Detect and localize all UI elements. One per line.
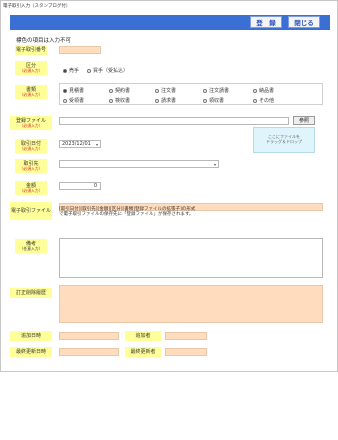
register-button[interactable]: 登 録	[250, 16, 282, 28]
added-by-label: 追加者	[125, 331, 161, 341]
added-date-label: 追加日時	[10, 331, 52, 341]
remarks-textarea[interactable]	[59, 238, 323, 278]
category-radio-seller[interactable]: 売手	[63, 67, 79, 74]
radio-icon	[155, 98, 159, 103]
doc-type-radio-delivery[interactable]: 納品書	[253, 87, 274, 94]
updated-date-field	[59, 348, 119, 356]
radio-icon	[87, 68, 91, 73]
doc-type-radio-order[interactable]: 注文書	[155, 87, 176, 94]
browse-button[interactable]: 参照	[293, 116, 315, 125]
trade-date-field[interactable]: 2023/12/01 ▾	[59, 140, 101, 148]
dropdown-arrow-icon: ▾	[213, 162, 216, 167]
added-by-field	[165, 332, 207, 340]
radio-icon	[253, 88, 257, 93]
radio-icon	[109, 88, 113, 93]
e-file-label: 電子取引ファイル	[10, 202, 52, 220]
added-date-field	[59, 332, 119, 340]
radio-icon	[155, 88, 159, 93]
updated-by-label: 最終更新者	[125, 347, 161, 357]
doc-type-radio-inspection[interactable]: 検収書	[109, 97, 130, 104]
dropdown-arrow-icon: ▾	[95, 142, 98, 147]
counterparty-select[interactable]: ▾	[59, 160, 219, 168]
file-drop-zone[interactable]: ここにファイルを ドラッグ＆ドロップ	[253, 127, 315, 153]
history-label: 訂正削除履歴	[10, 288, 52, 298]
doc-type-radio-order-ack[interactable]: 注文請書	[203, 87, 229, 94]
history-area	[59, 285, 323, 323]
radio-selected-icon	[63, 88, 67, 93]
doc-type-group	[59, 83, 323, 105]
readonly-note: 標色の項目は入力不可	[16, 38, 72, 44]
counterparty-label: 取引先 （必須入力）	[15, 159, 47, 173]
entry-no-field	[59, 46, 101, 54]
toolbar: 登 録 閉じる	[10, 15, 330, 30]
radio-icon	[253, 98, 257, 103]
doc-type-label: 書類 （必須入力）	[15, 85, 47, 99]
doc-type-radio-receipt-note[interactable]: 受領書	[63, 97, 84, 104]
amount-field[interactable]: 0	[59, 182, 101, 190]
radio-icon	[109, 98, 113, 103]
category-radio-buyer[interactable]: 買手（受払込）	[87, 67, 128, 74]
window-title: 電子取引入力（スタンプログ付）	[3, 4, 71, 9]
amount-label: 金額 （必須入力）	[15, 181, 47, 195]
updated-by-field	[165, 348, 207, 356]
entry-window: 電子取引入力（スタンプログ付） 登 録 閉じる 標色の項目は入力不可 電子取引番…	[0, 0, 338, 372]
doc-type-radio-quote[interactable]: 見積書	[63, 87, 84, 94]
register-file-label: 登録ファイル （必須入力）	[10, 116, 52, 130]
radio-icon	[63, 98, 67, 103]
radio-icon	[203, 98, 207, 103]
doc-type-radio-invoice[interactable]: 請求書	[155, 97, 176, 104]
file-naming-info: [取引日付][取引先][金額][区分][書類]登録ファイルの拡張子]の形式 で電…	[59, 207, 196, 218]
radio-selected-icon	[63, 68, 67, 73]
radio-icon	[203, 88, 207, 93]
doc-type-radio-contract[interactable]: 契約書	[109, 87, 130, 94]
close-button[interactable]: 閉じる	[288, 16, 320, 28]
remarks-label: 備考 （任意入力）	[15, 239, 47, 253]
entry-no-label: 電子取引番号	[15, 45, 47, 55]
register-file-field[interactable]	[59, 117, 289, 125]
updated-date-label: 最終更新日時	[10, 347, 52, 357]
doc-type-radio-receipt[interactable]: 領収書	[203, 97, 224, 104]
category-label: 区分 （必須入力）	[15, 61, 47, 75]
trade-date-label: 取引日付 （必須入力）	[15, 139, 47, 153]
doc-type-radio-other[interactable]: その他	[253, 97, 274, 104]
